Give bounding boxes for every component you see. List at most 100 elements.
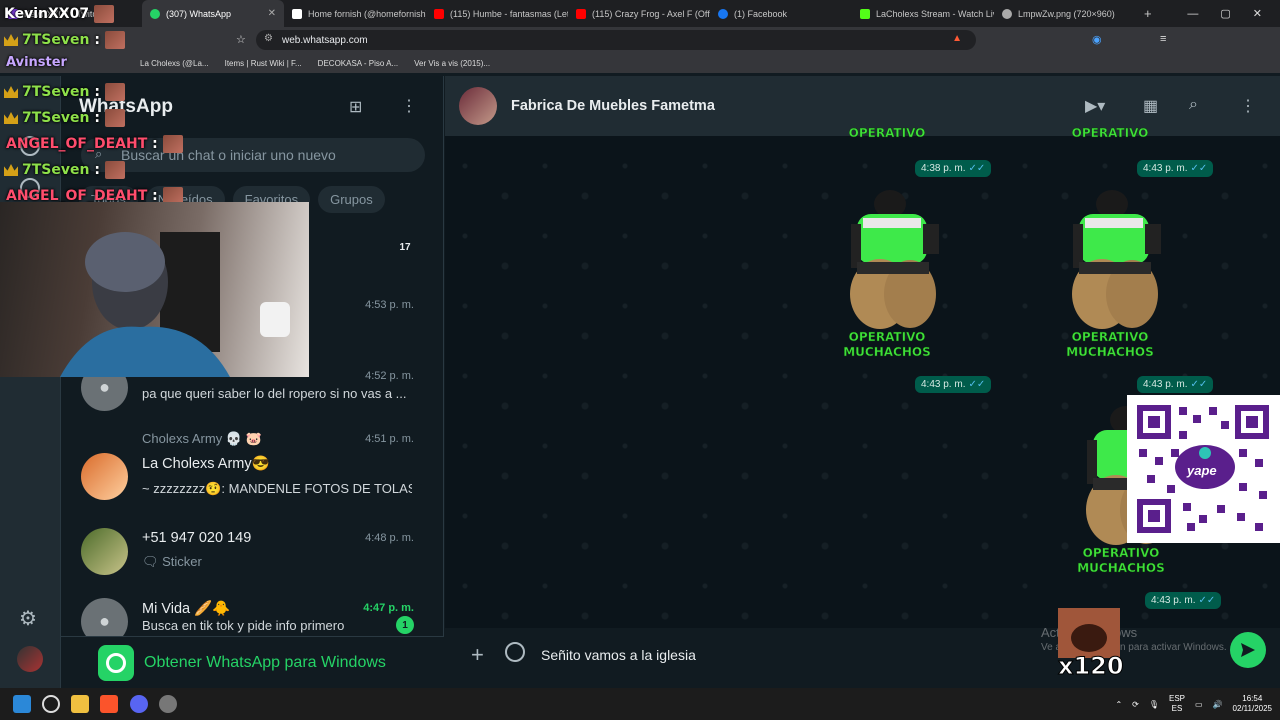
send-button[interactable] [1230,632,1266,668]
system-tray: ⌃ ⟳ 🎙 ESP ES ▭ 🔊 16:54 02/11/2025 [1115,688,1272,720]
sync-icon[interactable]: ⟳ [1132,700,1139,709]
sticker-emoji-icon[interactable] [505,642,525,662]
video-call-icon[interactable]: ▶▾ [1085,96,1105,116]
obs-icon[interactable] [159,695,177,713]
stream-chat-message: ANGEL_OF_DEAHT : [6,135,183,153]
chat-time: 4:48 p. m. [365,532,414,544]
file-explorer-icon[interactable] [71,695,89,713]
person-icon: ● [99,611,110,631]
language-indicator[interactable]: ESP ES [1169,694,1185,714]
webcam-feed-image [60,232,290,377]
chat-name: Mi Vida 🥖🐥 [142,601,231,617]
attach-plus-icon[interactable]: + [471,642,484,668]
brave-browser-icon[interactable] [100,695,118,713]
menu-dots-icon[interactable]: ⋮ [401,96,417,116]
new-chat-icon[interactable]: ⊞ [349,97,362,117]
bookmark-item[interactable]: La Cholexs (@La... [140,59,209,68]
sticker-icon: 🗨 [142,554,163,569]
menu-icon[interactable]: ≡ [1160,33,1166,45]
chat-preview: 🗨 Sticker [142,554,202,569]
unread-badge: 17 [399,241,411,253]
close-window-button[interactable]: ✕ [1253,7,1262,20]
tab-youtube-humbe[interactable]: (115) Humbe - fantasmas (Letr [426,0,568,27]
settings-gear-icon[interactable]: ⚙ [19,606,37,631]
sticker-caption: OPERATIVO MUCHACHOS [1066,330,1154,359]
search-icon[interactable]: ⌕ [1189,96,1198,114]
sticker-caption: OPERATIVO MUCHACHOS [843,330,931,359]
url-bar[interactable]: ⚙ web.whatsapp.com ▲ [256,30,976,50]
minimize-button[interactable]: — [1187,8,1198,20]
whatsapp-icon [150,8,160,19]
message-timestamp: 4:43 p. m. ✓✓ [1145,592,1222,609]
bookmark-item[interactable]: Ver Vis a vis (2015)... [414,59,490,68]
search-icon[interactable] [42,695,60,713]
bookmark-star-icon[interactable]: ☆ [236,33,246,46]
read-ticks-icon: ✓✓ [968,163,986,174]
address-bar-row: ☆ ⚙ web.whatsapp.com ▲ ◉ ≡ [0,27,1280,53]
close-tab-icon[interactable]: ✕ [268,8,276,19]
chat-row[interactable]: Cholexs Army 💀 🐷 4:51 p. m. La Cholexs A… [61,431,444,507]
crown-badge-icon [4,86,18,98]
chat-preview: pa que queri saber lo del ropero si no v… [142,386,407,401]
bookmark-item[interactable]: Items | Rust Wiki | F... [225,59,302,68]
stream-chat-message: KevinXX07 [4,5,114,23]
whatsapp-app: ⚙ WhatsApp ⊞ ⋮ ⌕ Buscar un chat o inicia… [0,76,1280,688]
clock[interactable]: 16:54 02/11/2025 [1233,694,1272,714]
emote-icon [104,83,125,101]
chat-name: +51 947 020 149 [142,530,252,546]
gift-overlay: x120 [1058,608,1124,684]
network-icon[interactable]: ▭ [1195,700,1203,709]
tab-tiktok[interactable]: Home fornish (@homefornish) [284,0,426,27]
read-ticks-icon: ✓✓ [968,379,986,390]
tab-youtube-crazy-frog[interactable]: (115) Crazy Frog - Axel F (Offic [568,0,710,27]
sticker-caption: OPERATIVO MUCHACHOS [1077,546,1165,575]
yape-qr-code: yape [1127,395,1280,543]
message-timestamp: 4:43 p. m. ✓✓ [1137,376,1214,393]
site-info-icon[interactable]: ⚙ [264,33,273,44]
tab-facebook[interactable]: (1) Facebook [710,0,852,27]
stream-chat-message: 7TSeven : [4,31,125,49]
windows-taskbar: ⌃ ⟳ 🎙 ESP ES ▭ 🔊 16:54 02/11/2025 [0,688,1280,720]
menu-dots-icon[interactable]: ⋮ [1240,96,1256,116]
chat-row[interactable]: 4:48 p. m. +51 947 020 149 🗨 Sticker [61,516,444,588]
contact-name[interactable]: Fabrica De Muebles Fametma [511,98,715,114]
kick-icon [860,8,870,19]
chat-time: 4:52 p. m. [365,370,414,382]
volume-icon[interactable]: 🔊 [1213,700,1223,709]
stream-chat-message: Avinster [6,55,67,70]
contact-avatar[interactable] [459,87,497,125]
emote-icon [104,31,125,49]
windows-start-icon[interactable] [13,695,31,713]
message-timestamp: 4:43 p. m. ✓✓ [1137,160,1214,177]
tiktok-icon [292,8,302,19]
youtube-icon [576,8,586,19]
filter-groups[interactable]: Grupos [318,186,385,213]
profile-avatar[interactable] [17,646,43,672]
tray-chevron-icon[interactable]: ⌃ [1115,700,1122,709]
bookmark-item[interactable]: DECOKASA - Piso A... [318,59,398,68]
browser-tab-bar: KevinXX07 - Twitch (307) WhatsApp ✕ Home … [0,0,1280,27]
get-whatsapp-windows-link[interactable]: Obtener WhatsApp para Windows [61,636,444,688]
brave-shield-icon[interactable]: ▲ [952,33,962,44]
unread-badge: 1 [396,616,414,634]
chat-time: 4:47 p. m. [363,602,414,614]
extension-icon[interactable]: ◉ [1092,33,1102,46]
message-timestamp: 4:38 p. m. ✓✓ [915,160,992,177]
facebook-icon [718,8,728,19]
youtube-icon [434,8,444,19]
shop-icon[interactable]: ▦ [1143,96,1158,116]
bookmarks-bar: La Cholexs (@La... Items | Rust Wiki | F… [0,53,1280,73]
tab-image[interactable]: LmpwZw.png (720×960) [994,0,1136,27]
microphone-icon[interactable]: 🎙 [1149,700,1159,709]
discord-icon[interactable] [130,695,148,713]
maximize-button[interactable]: ▢ [1220,7,1230,20]
chat-name: La Cholexs Army😎 [142,456,270,472]
yape-label: yape [1187,463,1217,478]
stream-chat-message: 7TSeven : [4,109,125,127]
emote-icon [93,5,114,23]
tab-kick[interactable]: LaCholexs Stream - Watch Live [852,0,994,27]
tab-whatsapp[interactable]: (307) WhatsApp ✕ [142,0,284,27]
new-tab-button[interactable]: + [1136,0,1166,27]
whatsapp-logo-icon [98,644,134,681]
gift-count: x120 [1058,652,1125,681]
